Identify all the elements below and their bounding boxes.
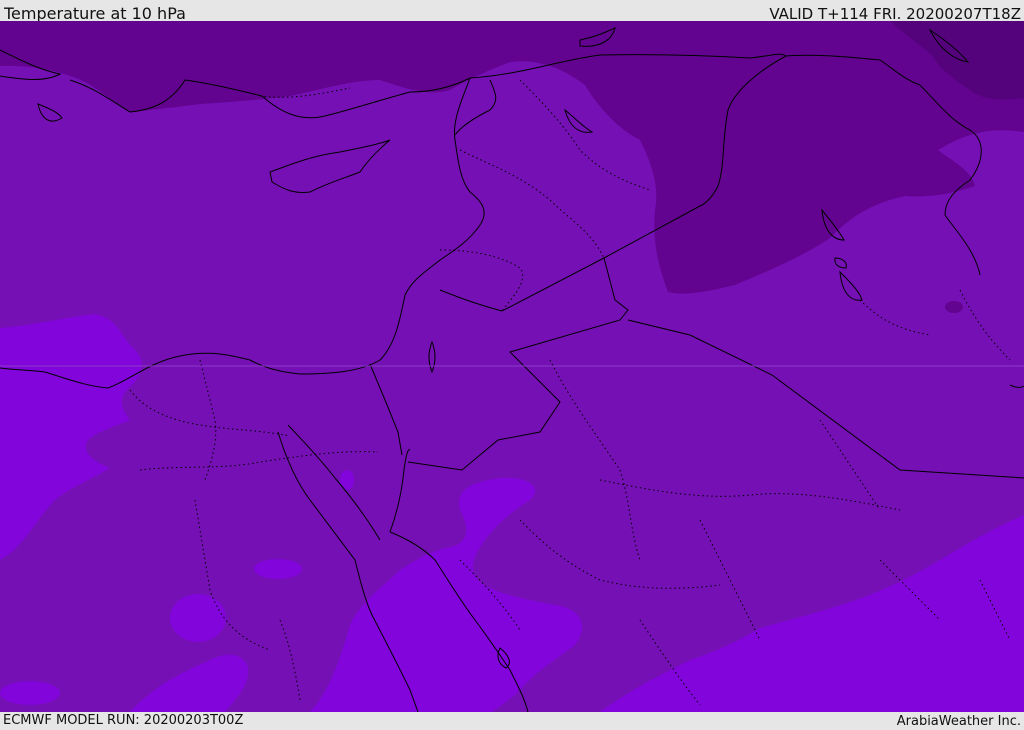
model-run: ECMWF MODEL RUN: 20200203T00Z [3, 713, 244, 728]
temperature-pocket-warm-2 [254, 559, 302, 579]
temperature-pocket-cold [945, 301, 963, 313]
header-bar: Temperature at 10 hPa VALID T+114 FRI. 2… [0, 0, 1024, 23]
map-canvas [0, 21, 1024, 712]
weather-map[interactable] [0, 21, 1024, 712]
temperature-pocket-warm-1 [170, 594, 226, 642]
temperature-pocket-warm-4 [0, 681, 60, 705]
footer-bar: ECMWF MODEL RUN: 20200203T00Z ArabiaWeat… [0, 712, 1024, 729]
credit: ArabiaWeather Inc. [896, 714, 1021, 729]
